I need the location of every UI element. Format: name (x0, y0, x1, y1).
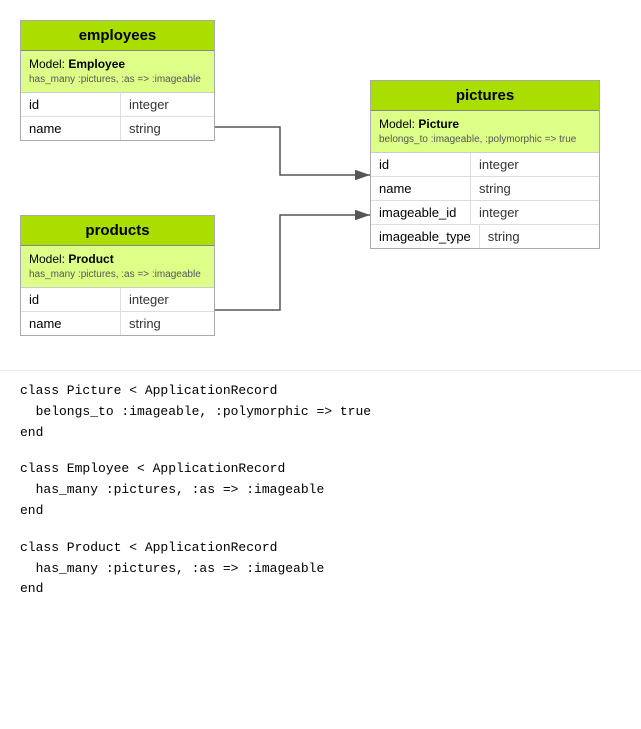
diagram-area: employees Model: Employee has_many :pict… (0, 0, 641, 370)
table-products-rows: id integer name string (21, 288, 214, 335)
table-products: products Model: Product has_many :pictur… (20, 215, 215, 336)
table-row: id integer (21, 93, 214, 117)
code-block-employee: class Employee < ApplicationRecord has_m… (20, 459, 621, 521)
table-pictures-rows: id integer name string imageable_id inte… (371, 153, 599, 248)
table-row: imageable_id integer (371, 201, 599, 225)
code-block-product: class Product < ApplicationRecord has_ma… (20, 538, 621, 600)
table-employees-rows: id integer name string (21, 93, 214, 140)
code-area: class Picture < ApplicationRecord belong… (0, 370, 641, 636)
connector-products-pictures (205, 215, 370, 310)
table-pictures-header: pictures (371, 81, 599, 111)
code-block-picture: class Picture < ApplicationRecord belong… (20, 381, 621, 443)
table-employees-model: Model: Employee has_many :pictures, :as … (21, 51, 214, 93)
table-row: name string (371, 177, 599, 201)
table-employees: employees Model: Employee has_many :pict… (20, 20, 215, 141)
table-pictures: pictures Model: Picture belongs_to :imag… (370, 80, 600, 249)
table-row: imageable_type string (371, 225, 599, 248)
table-row: name string (21, 117, 214, 140)
table-products-header: products (21, 216, 214, 246)
table-row: id integer (371, 153, 599, 177)
table-employees-header: employees (21, 21, 214, 51)
table-row: name string (21, 312, 214, 335)
table-row: id integer (21, 288, 214, 312)
connector-employees-pictures (205, 127, 370, 175)
table-pictures-model: Model: Picture belongs_to :imageable, :p… (371, 111, 599, 153)
table-products-model: Model: Product has_many :pictures, :as =… (21, 246, 214, 288)
